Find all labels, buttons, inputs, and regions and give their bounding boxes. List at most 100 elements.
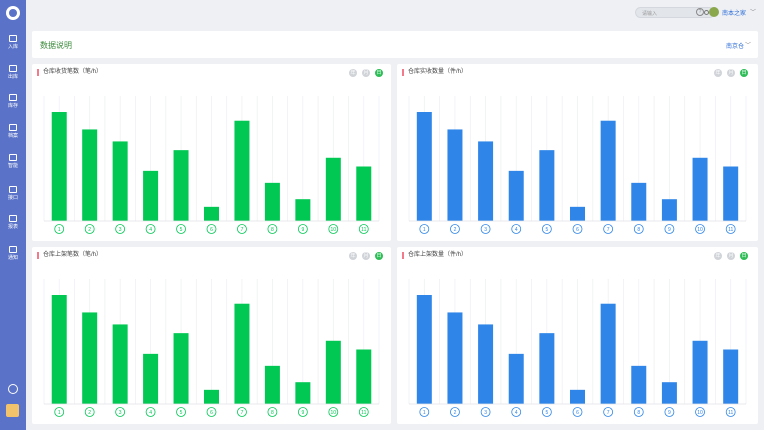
tick-label: 9: [668, 227, 671, 233]
sidebar-item-label: 接口: [7, 195, 18, 201]
bar[interactable]: [356, 349, 372, 405]
bar[interactable]: [416, 112, 432, 221]
bar[interactable]: [661, 199, 677, 221]
toggle-month[interactable]: 月: [362, 69, 370, 77]
bar[interactable]: [356, 166, 372, 222]
search-placeholder: 请输入: [642, 11, 658, 17]
sidebar-item-outbound[interactable]: 出库: [0, 65, 26, 80]
tick-label: 3: [484, 227, 487, 233]
user-name[interactable]: 南本之家: [722, 8, 746, 17]
bar[interactable]: [264, 365, 280, 404]
tick-label: 5: [180, 410, 183, 416]
tick-label: 7: [607, 410, 610, 416]
bar[interactable]: [447, 129, 463, 221]
topbar: 请输入 ? 南本之家 ﹀: [26, 0, 764, 25]
chart-panel-shelving-count: 1 2 3 4 5 6 7 8 9 10 11 仓库上架笔数（笔/h） 年 月 日: [32, 247, 391, 424]
bar[interactable]: [234, 303, 250, 404]
bar[interactable]: [264, 182, 280, 221]
sidebar-item-inventory[interactable]: 库存: [0, 94, 26, 109]
tick-label: 2: [454, 410, 457, 416]
bar[interactable]: [82, 312, 98, 404]
bar[interactable]: [631, 365, 647, 404]
bar[interactable]: [173, 333, 189, 404]
bar[interactable]: [661, 382, 677, 404]
bar[interactable]: [570, 389, 585, 404]
bar[interactable]: [416, 295, 432, 404]
avatar[interactable]: [6, 404, 19, 417]
bar[interactable]: [478, 324, 494, 404]
tick-label: 1: [58, 227, 61, 233]
panel-title: 仓库实收数量（件/h）: [402, 69, 467, 76]
bar[interactable]: [51, 112, 67, 221]
bar[interactable]: [82, 129, 98, 221]
warehouse-selector[interactable]: 南京仓: [726, 41, 744, 50]
bar[interactable]: [478, 141, 494, 221]
toggle-month[interactable]: 月: [727, 69, 735, 77]
toggle-month[interactable]: 月: [362, 252, 370, 260]
sidebar-item-archive[interactable]: 档案: [0, 124, 26, 139]
help-icon[interactable]: ?: [696, 8, 704, 16]
tick-label: 1: [423, 410, 426, 416]
toggle-year[interactable]: 年: [714, 252, 722, 260]
tick-label: 10: [697, 227, 703, 233]
bar[interactable]: [723, 349, 739, 405]
bar[interactable]: [539, 333, 555, 404]
tick-label: 9: [301, 227, 304, 233]
bar[interactable]: [325, 157, 341, 221]
panel-title: 仓库收货笔数（笔/h）: [37, 69, 102, 76]
sidebar-item-smart[interactable]: 智能: [0, 154, 26, 169]
bar[interactable]: [508, 170, 524, 221]
toggle-day[interactable]: 日: [375, 252, 383, 260]
bar[interactable]: [143, 170, 159, 221]
tick-label: 8: [637, 227, 640, 233]
tick-label: 8: [271, 410, 274, 416]
bar[interactable]: [447, 312, 463, 404]
toggle-month[interactable]: 月: [727, 252, 735, 260]
bar[interactable]: [295, 382, 311, 404]
bar[interactable]: [204, 206, 219, 221]
sidebar-item-notification[interactable]: 通知: [0, 246, 26, 261]
tick-label: 7: [241, 227, 244, 233]
user-avatar[interactable]: [709, 7, 719, 17]
tick-label: 1: [423, 227, 426, 233]
bar[interactable]: [112, 141, 128, 221]
github-logo-icon[interactable]: [6, 6, 20, 20]
bar[interactable]: [600, 120, 616, 221]
toggle-day[interactable]: 日: [375, 69, 383, 77]
tick-label: 9: [301, 410, 304, 416]
bar[interactable]: [631, 182, 647, 221]
bar[interactable]: [325, 340, 341, 404]
chevron-down-icon[interactable]: ﹀: [750, 7, 756, 16]
bar[interactable]: [692, 157, 708, 221]
sidebar-item-inbound[interactable]: 入库: [0, 35, 26, 50]
bar[interactable]: [295, 199, 311, 221]
bar[interactable]: [143, 353, 159, 404]
bar[interactable]: [570, 206, 585, 221]
bar[interactable]: [51, 295, 67, 404]
tick-label: 4: [149, 227, 152, 233]
bar-chart: 1 2 3 4 5 6 7 8 9 10 11: [43, 279, 380, 417]
toggle-year[interactable]: 年: [349, 69, 357, 77]
tick-label: 4: [515, 410, 518, 416]
toggle-day[interactable]: 日: [740, 252, 748, 260]
bar[interactable]: [723, 166, 739, 222]
toggle-year[interactable]: 年: [349, 252, 357, 260]
bar[interactable]: [508, 353, 524, 404]
tick-label: 10: [697, 410, 703, 416]
tick-label: 2: [88, 410, 91, 416]
bar[interactable]: [112, 324, 128, 404]
toggle-day[interactable]: 日: [740, 69, 748, 77]
sidebar-item-report[interactable]: 报表: [0, 215, 26, 230]
bar[interactable]: [539, 150, 555, 221]
bar[interactable]: [204, 389, 219, 404]
tick-label: 6: [210, 410, 213, 416]
toggle-year[interactable]: 年: [714, 69, 722, 77]
bar[interactable]: [173, 150, 189, 221]
sidebar-item-api[interactable]: 接口: [0, 186, 26, 201]
bar[interactable]: [600, 303, 616, 404]
tick-label: 11: [361, 227, 366, 233]
settings-icon[interactable]: [8, 384, 18, 394]
chevron-down-icon[interactable]: ﹀: [745, 40, 751, 49]
bar[interactable]: [692, 340, 708, 404]
bar[interactable]: [234, 120, 250, 221]
